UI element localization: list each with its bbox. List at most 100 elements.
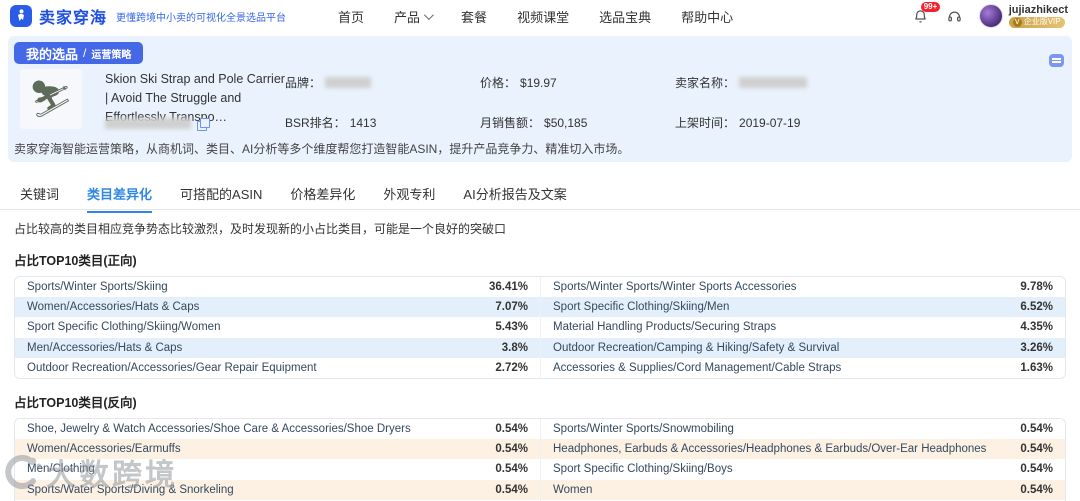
category-name: Women — [540, 480, 987, 500]
category-share: 1.63% — [987, 362, 1065, 374]
nav-item-plans[interactable]: 套餐 — [461, 7, 487, 26]
tab-ai-report[interactable]: AI分析报告及文案 — [463, 184, 566, 211]
category-name: Outdoor Recreation/Camping & Hiking/Safe… — [540, 338, 987, 358]
category-name: Sport Specific Clothing/Skiing/Women — [15, 321, 462, 333]
category-name: Sports/Winter Sports/Skiing — [15, 281, 462, 293]
customer-service-headset-icon[interactable] — [945, 6, 965, 26]
seller-value-redacted — [739, 77, 807, 88]
category-share: 9.78% — [987, 281, 1065, 293]
nav-item-help-center[interactable]: 帮助中心 — [681, 7, 733, 26]
chevron-down-icon — [424, 10, 434, 20]
brand-tagline: 更懂跨境中小卖的可视化全景选品平台 — [116, 9, 286, 24]
breadcrumb[interactable]: 我的选品 / 运营策略 — [14, 42, 143, 64]
category-share: 0.54% — [462, 443, 540, 455]
tab-category-differentiation[interactable]: 类目差异化 — [87, 184, 152, 213]
category-name: Women/Accessories/Earmuffs — [15, 443, 462, 455]
category-name: Material Handling Products/Securing Stra… — [540, 317, 987, 337]
field-monthly-sales: 月销售额： $50,185 — [480, 114, 587, 131]
category-name: Sport Specific Clothing/Skiing/Men — [540, 297, 987, 317]
notifications-bell-icon[interactable]: 99+ — [911, 6, 931, 26]
category-share: 36.41% — [462, 281, 540, 293]
nav-item-products[interactable]: 产品 — [394, 7, 431, 26]
notifications-count-badge: 99+ — [921, 2, 941, 12]
field-bsr-rank: BSR排名： 1413 — [285, 114, 376, 131]
field-price: 价格： $19.97 — [480, 74, 557, 91]
tab-keywords[interactable]: 关键词 — [20, 184, 59, 211]
product-thumbnail: ⛷ — [20, 69, 82, 129]
category-name: Accessories & Supplies/Cord Management/C… — [540, 358, 987, 378]
category-share: 3.26% — [987, 342, 1065, 354]
category-share: 6.52% — [987, 301, 1065, 313]
category-share: 0.54% — [462, 423, 540, 435]
category-name: Sports/Winter Sports/Snowmobiling — [540, 419, 987, 439]
nav-item-selection-guide[interactable]: 选品宝典 — [599, 7, 651, 26]
analysis-hint: 占比较高的类目相应竞争势态比较激烈，及时发现新的小占比类目，可能是一个良好的突破… — [14, 220, 1066, 237]
category-share: 4.35% — [987, 321, 1065, 333]
table-row: Outdoor Recreation/Accessories/Gear Repa… — [15, 358, 1065, 378]
copy-icon[interactable] — [197, 118, 208, 129]
tab-content: 占比较高的类目相应竞争势态比较激烈，及时发现新的小占比类目，可能是一个良好的突破… — [14, 214, 1066, 501]
main-nav: 首页 产品 套餐 视频课堂 选品宝典 帮助中心 — [338, 7, 733, 26]
category-name: Shoe, Jewelry & Watch Accessories/Shoe C… — [15, 423, 462, 435]
table-row: Sports/Water Sports/Diving & Snorkeling … — [15, 480, 1065, 500]
negative-table-title: 占比TOP10类目(反向) — [14, 392, 1066, 411]
table-row: Women/Accessories/Hats & Caps 7.07% Spor… — [15, 297, 1065, 317]
breadcrumb-separator: / — [83, 46, 86, 60]
field-listed-date: 上架时间： 2019-07-19 — [675, 114, 800, 131]
breadcrumb-secondary: 运营策略 — [91, 46, 131, 61]
category-share: 0.54% — [987, 443, 1065, 455]
strategy-description: 卖家穿海智能运营策略，从商机词、类目、AI分析等多个维度帮您打造智能ASIN，提… — [14, 140, 629, 157]
category-name: Outdoor Recreation/Accessories/Gear Repa… — [15, 362, 462, 374]
table-row: Men/Clothing 0.54% Sport Specific Clothi… — [15, 459, 1065, 479]
user-area: 99+ jujiazhikect V 企业版VIP — [911, 4, 1080, 28]
tab-design-patent[interactable]: 外观专利 — [383, 184, 435, 211]
vip-status-badge: V 企业版VIP — [1009, 17, 1065, 28]
brand-icon — [10, 5, 32, 27]
user-avatar — [979, 4, 1003, 28]
category-name: Sports/Winter Sports/Winter Sports Acces… — [540, 277, 987, 297]
user-name: jujiazhikect — [1009, 4, 1068, 16]
user-account-chip[interactable]: jujiazhikect V 企业版VIP — [979, 4, 1068, 28]
category-share: 0.54% — [462, 463, 540, 475]
breadcrumb-primary: 我的选品 — [26, 44, 78, 63]
category-name: Men/Clothing — [15, 463, 462, 475]
field-brand: 品牌： — [285, 74, 371, 91]
analysis-tabs: 关键词 类目差异化 可搭配的ASIN 价格差异化 外观专利 AI分析报告及文案 — [0, 184, 1080, 210]
category-name: Men/Accessories/Hats & Caps — [15, 342, 462, 354]
category-share: 3.8% — [462, 342, 540, 354]
table-row: Men/Accessories/Hats & Caps 3.8% Outdoor… — [15, 338, 1065, 358]
category-share: 5.43% — [462, 321, 540, 333]
vip-medal-icon: V — [1013, 18, 1022, 27]
positive-table-title: 占比TOP10类目(正向) — [14, 250, 1066, 269]
category-name: Sport Specific Clothing/Skiing/Boys — [540, 459, 987, 479]
category-share: 0.54% — [462, 484, 540, 496]
brand-name: 卖家穿海 — [39, 4, 107, 28]
table-row: Shoe, Jewelry & Watch Accessories/Shoe C… — [15, 419, 1065, 439]
app-window: 卖家穿海 更懂跨境中小卖的可视化全景选品平台 首页 产品 套餐 视频课堂 选品宝… — [0, 0, 1080, 501]
positive-category-table: Sports/Winter Sports/Skiing 36.41% Sport… — [14, 276, 1066, 379]
table-row: Sports/Winter Sports/Skiing 36.41% Sport… — [15, 277, 1065, 297]
category-name: Headphones, Earbuds & Accessories/Headph… — [540, 439, 987, 459]
field-seller-name: 卖家名称： — [675, 74, 807, 91]
product-asin-redacted — [105, 118, 191, 129]
tab-price-differentiation[interactable]: 价格差异化 — [290, 184, 355, 211]
category-share: 0.54% — [987, 484, 1065, 496]
category-share: 7.07% — [462, 301, 540, 313]
negative-category-table: Shoe, Jewelry & Watch Accessories/Shoe C… — [14, 418, 1066, 501]
feedback-chat-icon[interactable] — [1049, 54, 1064, 67]
category-share: 0.54% — [987, 423, 1065, 435]
brand-logo-link[interactable]: 卖家穿海 更懂跨境中小卖的可视化全景选品平台 — [0, 4, 286, 28]
product-asin-row — [105, 118, 208, 129]
top-bar: 卖家穿海 更懂跨境中小卖的可视化全景选品平台 首页 产品 套餐 视频课堂 选品宝… — [0, 0, 1080, 32]
category-name: Sports/Water Sports/Diving & Snorkeling — [15, 484, 462, 496]
category-share: 0.54% — [987, 463, 1065, 475]
nav-item-home[interactable]: 首页 — [338, 7, 364, 26]
tab-compatible-asin[interactable]: 可搭配的ASIN — [180, 184, 262, 211]
category-share: 2.72% — [462, 362, 540, 374]
brand-value-redacted — [325, 77, 371, 88]
category-name: Women/Accessories/Hats & Caps — [15, 301, 462, 313]
table-row: Sport Specific Clothing/Skiing/Women 5.4… — [15, 317, 1065, 337]
product-summary-panel: 我的选品 / 运营策略 ⛷ Skion Ski Strap and Pole C… — [8, 36, 1072, 162]
nav-item-video-courses[interactable]: 视频课堂 — [517, 7, 569, 26]
table-row: Women/Accessories/Earmuffs 0.54% Headpho… — [15, 439, 1065, 459]
